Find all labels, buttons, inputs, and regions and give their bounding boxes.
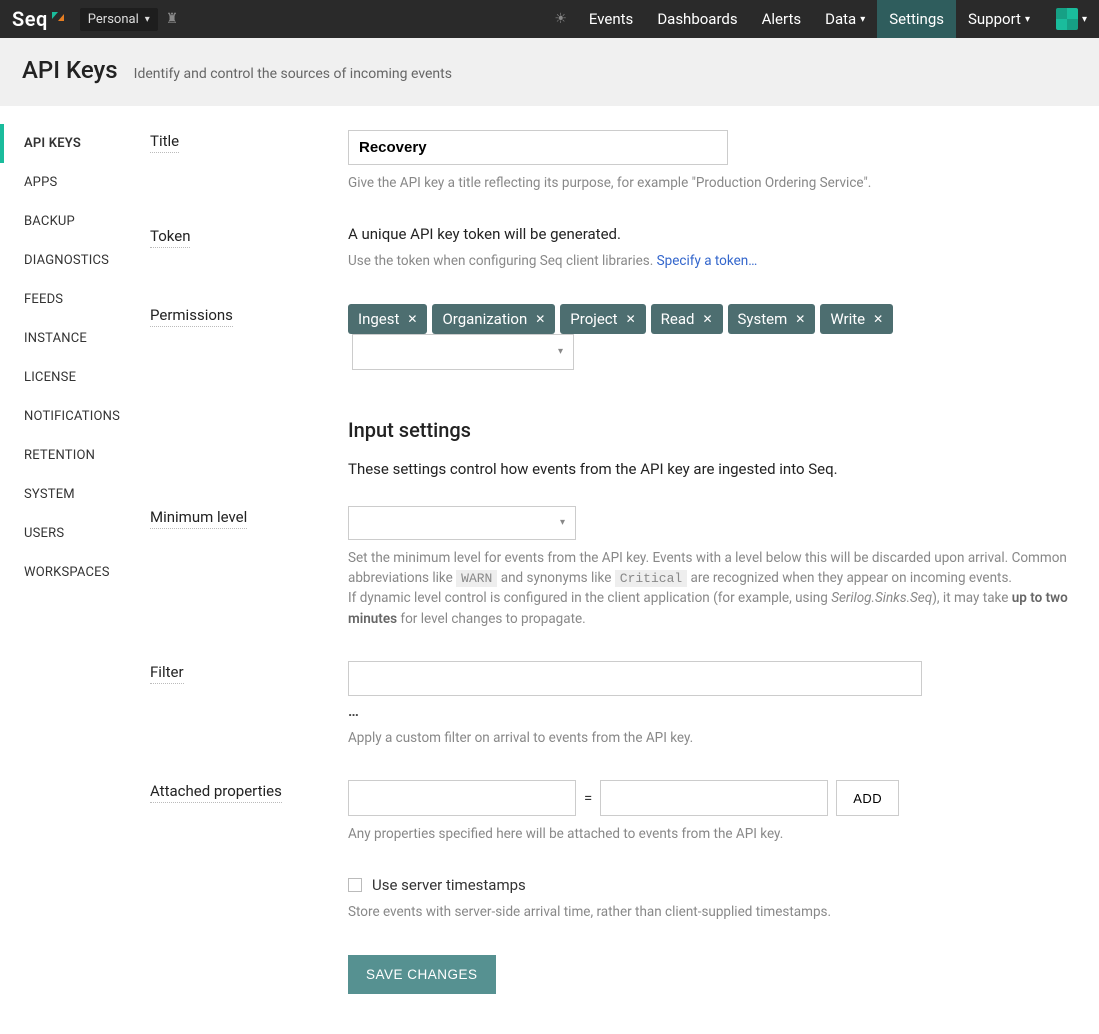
- sidebar-item-retention[interactable]: RETENTION: [0, 436, 150, 475]
- token-help-text: Use the token when configuring Seq clien…: [348, 253, 657, 269]
- server-timestamps-checkbox[interactable]: [348, 878, 362, 892]
- permission-tag-system: System ✕: [728, 304, 816, 334]
- chevron-down-icon: ▾: [1082, 14, 1087, 25]
- top-nav: Seq Personal ▾ ♜ ☀ EventsDashboardsAlert…: [0, 0, 1099, 38]
- settings-sidebar: API KEYSAPPSBACKUPDIAGNOSTICSFEEDSINSTAN…: [0, 106, 150, 1034]
- permission-tag-write: Write ✕: [820, 304, 893, 334]
- token-help: Use the token when configuring Seq clien…: [348, 251, 1071, 271]
- permissions-tags: Ingest ✕ Organization ✕ Project ✕ Read ✕ System ✕…: [348, 304, 1071, 370]
- nav-dashboards[interactable]: Dashboards: [645, 0, 749, 38]
- user-menu[interactable]: ▾: [1042, 8, 1087, 30]
- sidebar-item-system[interactable]: SYSTEM: [0, 475, 150, 514]
- remove-tag-icon[interactable]: ✕: [795, 312, 805, 326]
- page-title: API Keys: [22, 56, 118, 84]
- title-input[interactable]: [348, 130, 728, 165]
- property-value-input[interactable]: [600, 780, 828, 816]
- perspective-icon[interactable]: ♜: [166, 11, 179, 27]
- workspace-selector[interactable]: Personal ▾: [80, 8, 158, 31]
- sidebar-item-feeds[interactable]: FEEDS: [0, 280, 150, 319]
- sidebar-item-instance[interactable]: INSTANCE: [0, 319, 150, 358]
- permission-tag-ingest: Ingest ✕: [348, 304, 427, 334]
- title-label: Title: [150, 132, 179, 153]
- remove-tag-icon[interactable]: ✕: [873, 312, 883, 326]
- avatar: [1056, 8, 1078, 30]
- page-subtitle: Identify and control the sources of inco…: [134, 66, 452, 82]
- sidebar-item-license[interactable]: LICENSE: [0, 358, 150, 397]
- nav-alerts[interactable]: Alerts: [750, 0, 814, 38]
- sidebar-item-notifications[interactable]: NOTIFICATIONS: [0, 397, 150, 436]
- remove-tag-icon[interactable]: ✕: [535, 312, 545, 326]
- attached-properties-label: Attached properties: [150, 782, 282, 803]
- nav-settings[interactable]: Settings: [877, 0, 956, 38]
- server-timestamps-help: Store events with server-side arrival ti…: [348, 902, 1071, 922]
- minimum-level-select[interactable]: ▾: [348, 506, 576, 540]
- sidebar-item-workspaces[interactable]: WORKSPACES: [0, 553, 150, 592]
- permission-tag-label: Write: [830, 310, 865, 328]
- filter-ellipsis: …: [348, 702, 1071, 720]
- chevron-down-icon: ▾: [1025, 14, 1030, 25]
- chevron-down-icon: ▾: [558, 346, 563, 357]
- permission-tag-label: Ingest: [358, 310, 399, 328]
- add-property-button[interactable]: ADD: [836, 780, 899, 816]
- permissions-select[interactable]: ▾: [352, 334, 574, 370]
- input-settings-body: These settings control how events from t…: [348, 460, 1071, 478]
- sidebar-item-users[interactable]: USERS: [0, 514, 150, 553]
- permissions-label: Permissions: [150, 306, 233, 327]
- sidebar-item-apps[interactable]: APPS: [0, 163, 150, 202]
- permission-tag-project: Project ✕: [560, 304, 645, 334]
- server-timestamps-label: Use server timestamps: [372, 876, 526, 894]
- permission-tag-label: System: [738, 310, 788, 328]
- nav-data[interactable]: Data▾: [813, 0, 877, 38]
- title-help: Give the API key a title reflecting its …: [348, 173, 1071, 193]
- filter-help: Apply a custom filter on arrival to even…: [348, 728, 1071, 748]
- chevron-down-icon: ▾: [145, 14, 150, 25]
- brand-mark-icon: [52, 12, 64, 26]
- workspace-label: Personal: [88, 12, 139, 27]
- attached-properties-help: Any properties specified here will be at…: [348, 824, 1071, 844]
- server-timestamps-row[interactable]: Use server timestamps: [348, 876, 1071, 894]
- remove-tag-icon[interactable]: ✕: [407, 312, 417, 326]
- filter-input[interactable]: [348, 661, 922, 696]
- sidebar-item-backup[interactable]: BACKUP: [0, 202, 150, 241]
- nav-support[interactable]: Support▾: [956, 0, 1042, 38]
- filter-label: Filter: [150, 663, 184, 684]
- nav-events[interactable]: Events: [577, 0, 645, 38]
- save-changes-button[interactable]: SAVE CHANGES: [348, 955, 496, 994]
- permission-tag-label: Project: [570, 310, 617, 328]
- theme-toggle-icon[interactable]: ☀: [544, 11, 577, 27]
- minimum-level-label: Minimum level: [150, 508, 247, 529]
- token-label: Token: [150, 227, 190, 248]
- brand-logo: Seq: [12, 7, 64, 31]
- equals-sign: =: [584, 789, 592, 807]
- minimum-level-help: Set the minimum level for events from th…: [348, 548, 1071, 629]
- remove-tag-icon[interactable]: ✕: [626, 312, 636, 326]
- page-header: API Keys Identify and control the source…: [0, 38, 1099, 106]
- brand-text: Seq: [12, 7, 48, 31]
- sidebar-item-api-keys[interactable]: API KEYS: [0, 124, 150, 163]
- chevron-down-icon: ▾: [860, 14, 865, 25]
- input-settings-heading: Input settings: [348, 418, 1071, 442]
- permission-tag-read: Read ✕: [651, 304, 723, 334]
- token-message: A unique API key token will be generated…: [348, 225, 1071, 243]
- sidebar-item-diagnostics[interactable]: DIAGNOSTICS: [0, 241, 150, 280]
- chevron-down-icon: ▾: [560, 517, 565, 528]
- permission-tag-organization: Organization ✕: [432, 304, 555, 334]
- permission-tag-label: Read: [661, 310, 695, 328]
- permission-tag-label: Organization: [442, 310, 527, 328]
- remove-tag-icon[interactable]: ✕: [702, 312, 712, 326]
- property-name-input[interactable]: [348, 780, 576, 816]
- specify-token-link[interactable]: Specify a token…: [657, 253, 758, 269]
- content: Title Give the API key a title reflectin…: [150, 106, 1099, 1034]
